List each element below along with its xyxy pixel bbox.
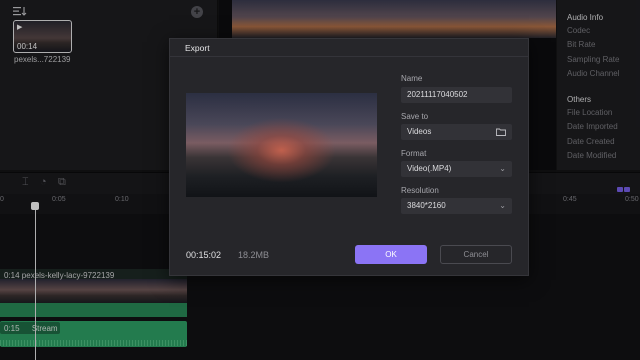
name-field[interactable]: 20211117040502	[401, 87, 512, 103]
export-preview-image	[186, 93, 377, 197]
dialog-divider	[170, 56, 528, 57]
resolution-select[interactable]: 3840*2160 ⌄	[401, 198, 512, 214]
export-file-size: 18.2MB	[238, 250, 270, 260]
format-value: Video(.MP4)	[407, 164, 452, 173]
resolution-value: 3840*2160	[407, 201, 446, 210]
cancel-button[interactable]: Cancel	[440, 245, 512, 264]
resolution-label: Resolution	[401, 186, 439, 195]
folder-icon[interactable]	[496, 128, 506, 136]
format-select[interactable]: Video(.MP4) ⌄	[401, 161, 512, 177]
format-label: Format	[401, 149, 427, 158]
export-duration: 00:15:02	[186, 250, 222, 260]
save-to-value: Videos	[407, 127, 432, 136]
chevron-down-icon: ⌄	[499, 164, 506, 173]
save-to-label: Save to	[401, 112, 429, 121]
dialog-title: Export	[185, 43, 210, 53]
chevron-down-icon: ⌄	[499, 201, 506, 210]
name-label: Name	[401, 74, 423, 83]
save-to-field[interactable]: Videos	[401, 124, 512, 140]
ok-button[interactable]: OK	[355, 245, 427, 264]
